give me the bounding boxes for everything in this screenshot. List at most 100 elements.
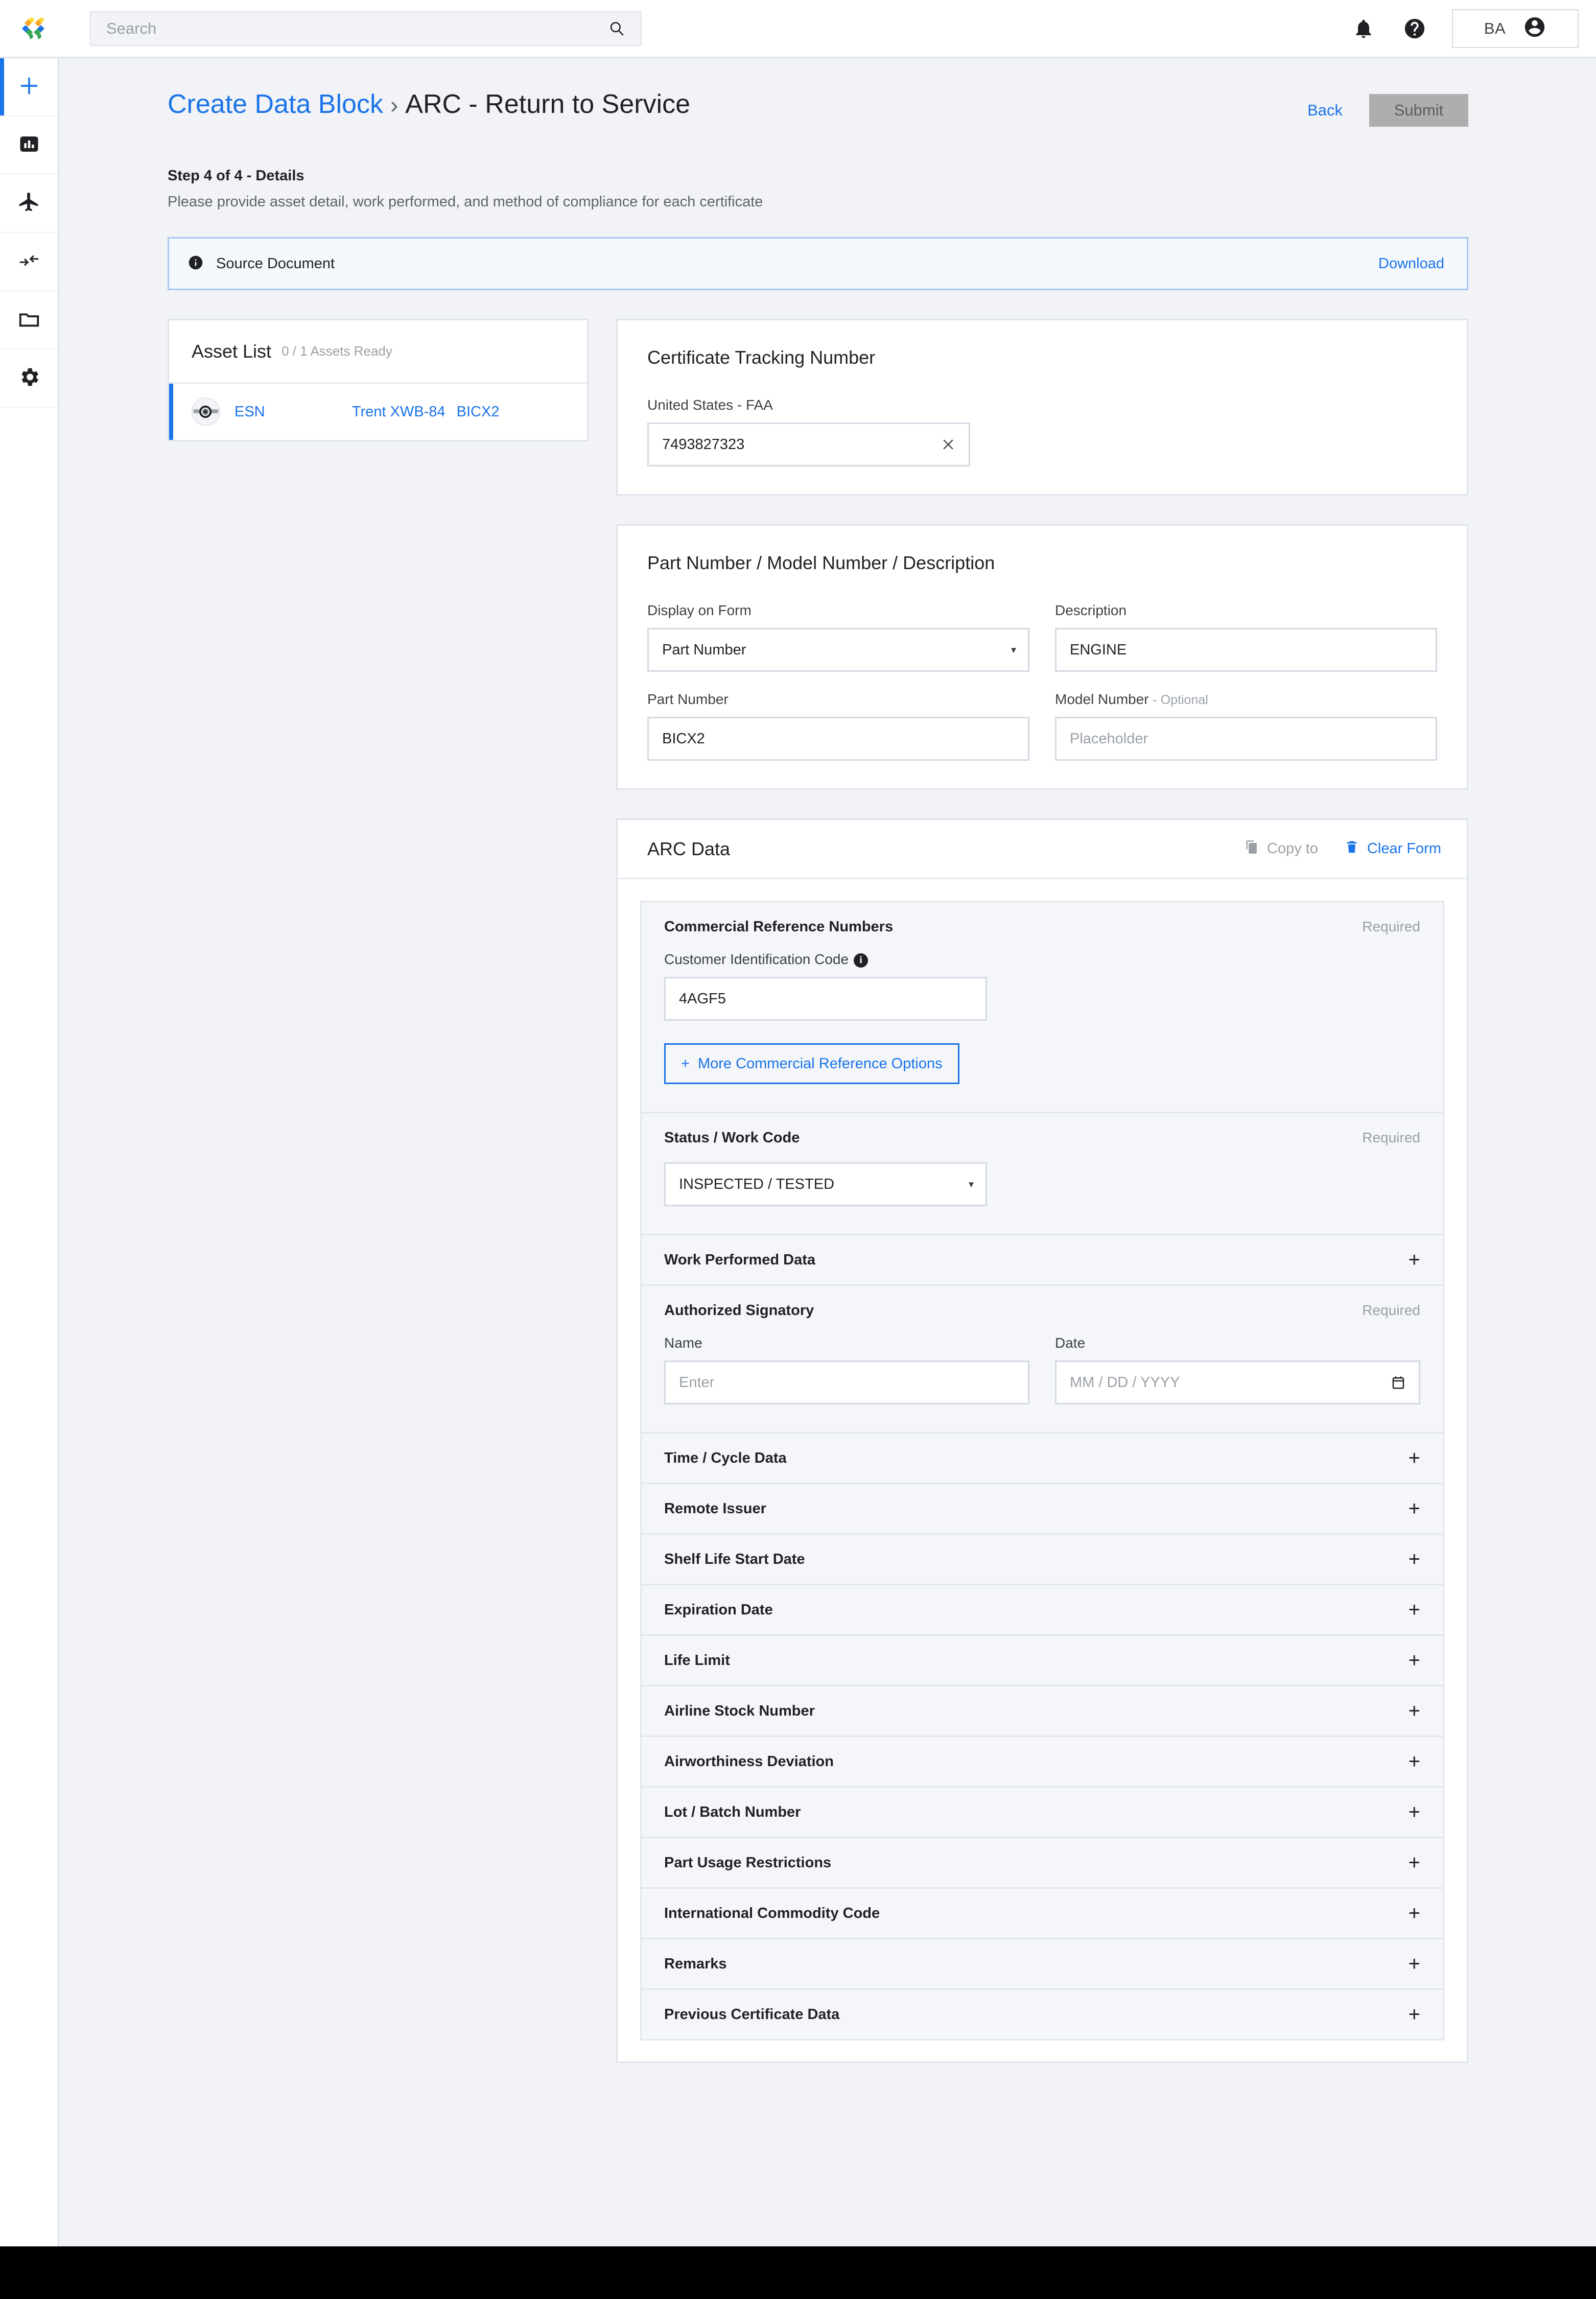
plus-icon[interactable]: + [1409,1903,1420,1923]
collapsed-section[interactable]: Life Limit + [640,1634,1444,1686]
plus-icon[interactable]: + [1409,1802,1420,1822]
back-button[interactable]: Back [1307,101,1343,120]
work-performed-data-section[interactable]: Work Performed Data + [640,1234,1444,1286]
plus-icon[interactable]: + [1409,1549,1420,1569]
collapsed-section[interactable]: Remarks + [640,1938,1444,1990]
plus-icon[interactable]: + [1409,1600,1420,1620]
info-icon[interactable]: i [854,953,869,968]
plus-icon[interactable]: + [1409,1852,1420,1873]
signatory-name-label: Name [664,1335,702,1351]
help-icon[interactable] [1401,15,1428,42]
description-input[interactable] [1055,628,1437,672]
download-button[interactable]: Download [1378,255,1444,272]
display-on-form-group: Display on Form ▾ [647,602,1029,672]
plus-icon[interactable]: + [1409,1650,1420,1671]
arc-data-title: ARC Data [647,838,731,859]
model-number-group: Model Number - Optional [1055,691,1437,761]
search-input[interactable] [106,19,608,38]
collapsed-section-title: International Commodity Code [664,1905,880,1921]
customer-id-label-text: Customer Identification Code [664,951,849,967]
sidebar-item-records[interactable] [0,291,58,349]
description-group: Description [1055,602,1437,672]
collapsed-section[interactable]: Airworthiness Deviation + [640,1735,1444,1788]
collapsed-section[interactable]: Time / Cycle Data + [640,1432,1444,1484]
sidebar-item-settings[interactable] [0,349,58,408]
signatory-name-input[interactable] [664,1360,1029,1404]
certificate-tracking-input[interactable] [647,423,970,466]
plus-icon[interactable]: + [1409,1751,1420,1772]
breadcrumb-link[interactable]: Create Data Block [168,89,383,119]
clear-form-button[interactable]: Clear Form [1345,840,1441,858]
plus-icon[interactable]: + [1409,1701,1420,1721]
user-menu[interactable]: BA [1452,9,1579,48]
copy-to-button[interactable]: Copy to [1245,840,1318,858]
arc-data-header: ARC Data Copy to Clear Form [618,820,1467,879]
bottom-spacer [616,2092,1468,2246]
plus-icon[interactable]: + [1409,1498,1420,1519]
commercial-reference-required-badge: Required [1362,919,1420,934]
close-icon[interactable] [940,436,957,453]
description-label: Description [1055,602,1127,618]
search-bar[interactable] [90,11,642,46]
search-icon[interactable] [608,20,625,37]
main-content: Create Data Block › ARC - Return to Servic… [59,58,1596,2246]
sidebar-item-transfers[interactable] [0,233,58,291]
info-icon [187,254,204,273]
arc-data-body: Commercial Reference Numbers Required Cu… [618,879,1467,2061]
jet-engine-icon [192,397,220,426]
collapsed-section-title: Expiration Date [664,1601,773,1618]
collapsed-section-title: Lot / Batch Number [664,1803,801,1820]
collapsed-section-title: Remote Issuer [664,1500,766,1517]
sidebar-item-fleet[interactable] [0,175,58,233]
signatory-name-group: Name [664,1335,1029,1404]
sidebar-item-create[interactable] [0,58,58,116]
plus-icon[interactable]: + [1409,1250,1420,1270]
customer-id-input[interactable] [664,977,987,1021]
copy-icon [1245,840,1259,858]
customer-id-label: Customer Identification Code i [664,951,1420,968]
collapsed-section[interactable]: Airline Stock Number + [640,1685,1444,1737]
authorized-signatory-required-badge: Required [1362,1302,1420,1318]
breadcrumb-separator: › [390,91,398,118]
asset-list-item[interactable]: ESN Trent XWB-84 BICX2 [169,384,587,440]
commercial-reference-section: Commercial Reference Numbers Required Cu… [640,901,1444,1113]
collapsed-section[interactable]: Remote Issuer + [640,1483,1444,1535]
body: Create Data Block › ARC - Return to Servic… [0,58,1596,2246]
display-on-form-select[interactable] [647,628,1029,672]
collapsed-section-title: Shelf Life Start Date [664,1551,805,1567]
calendar-icon[interactable] [1390,1373,1407,1392]
part-number-card: Part Number / Model Number / Description… [616,524,1468,790]
plus-icon[interactable]: + [1409,1954,1420,1974]
collapsed-section[interactable]: International Commodity Code + [640,1887,1444,1939]
more-commercial-reference-options-button[interactable]: + More Commercial Reference Options [664,1043,959,1084]
collapsed-section[interactable]: Previous Certificate Data + [640,1988,1444,2040]
status-work-code-required-badge: Required [1362,1130,1420,1145]
collapsed-section-title: Time / Cycle Data [664,1449,787,1466]
signatory-date-input[interactable] [1055,1360,1420,1404]
plus-icon[interactable]: + [1409,1448,1420,1468]
collapsed-section[interactable]: Expiration Date + [640,1584,1444,1636]
part-number-input[interactable] [647,717,1029,761]
collapsed-section-title: Part Usage Restrictions [664,1854,832,1871]
collapsed-section[interactable]: Part Usage Restrictions + [640,1837,1444,1889]
app-logo[interactable] [17,13,49,44]
collapsed-section[interactable]: Shelf Life Start Date + [640,1533,1444,1585]
content-columns: Asset List 0 / 1 Assets Ready ESN Trent … [168,319,1468,2246]
collapsed-section-title: Previous Certificate Data [664,2006,840,2023]
authorized-signatory-section: Authorized Signatory Required Name Enter… [640,1284,1444,1434]
signatory-date-label: Date [1055,1335,1086,1351]
status-work-code-select[interactable] [664,1162,987,1206]
asset-list-title: Asset List [192,340,272,362]
model-number-input[interactable] [1055,717,1437,761]
plus-icon [18,75,40,100]
submit-button[interactable]: Submit [1369,94,1468,127]
app-window: BA [0,0,1596,2246]
trash-icon [1345,840,1359,858]
collapsed-section[interactable]: Lot / Batch Number + [640,1786,1444,1838]
step-label: Step 4 of 4 - Details [168,168,304,184]
plus-icon[interactable]: + [1409,2004,1420,2025]
sidebar-item-analytics[interactable] [0,116,58,175]
page-title: Create Data Block › ARC - Return to Servic… [168,89,690,119]
folder-icon [17,307,41,333]
bell-icon[interactable] [1350,15,1377,42]
